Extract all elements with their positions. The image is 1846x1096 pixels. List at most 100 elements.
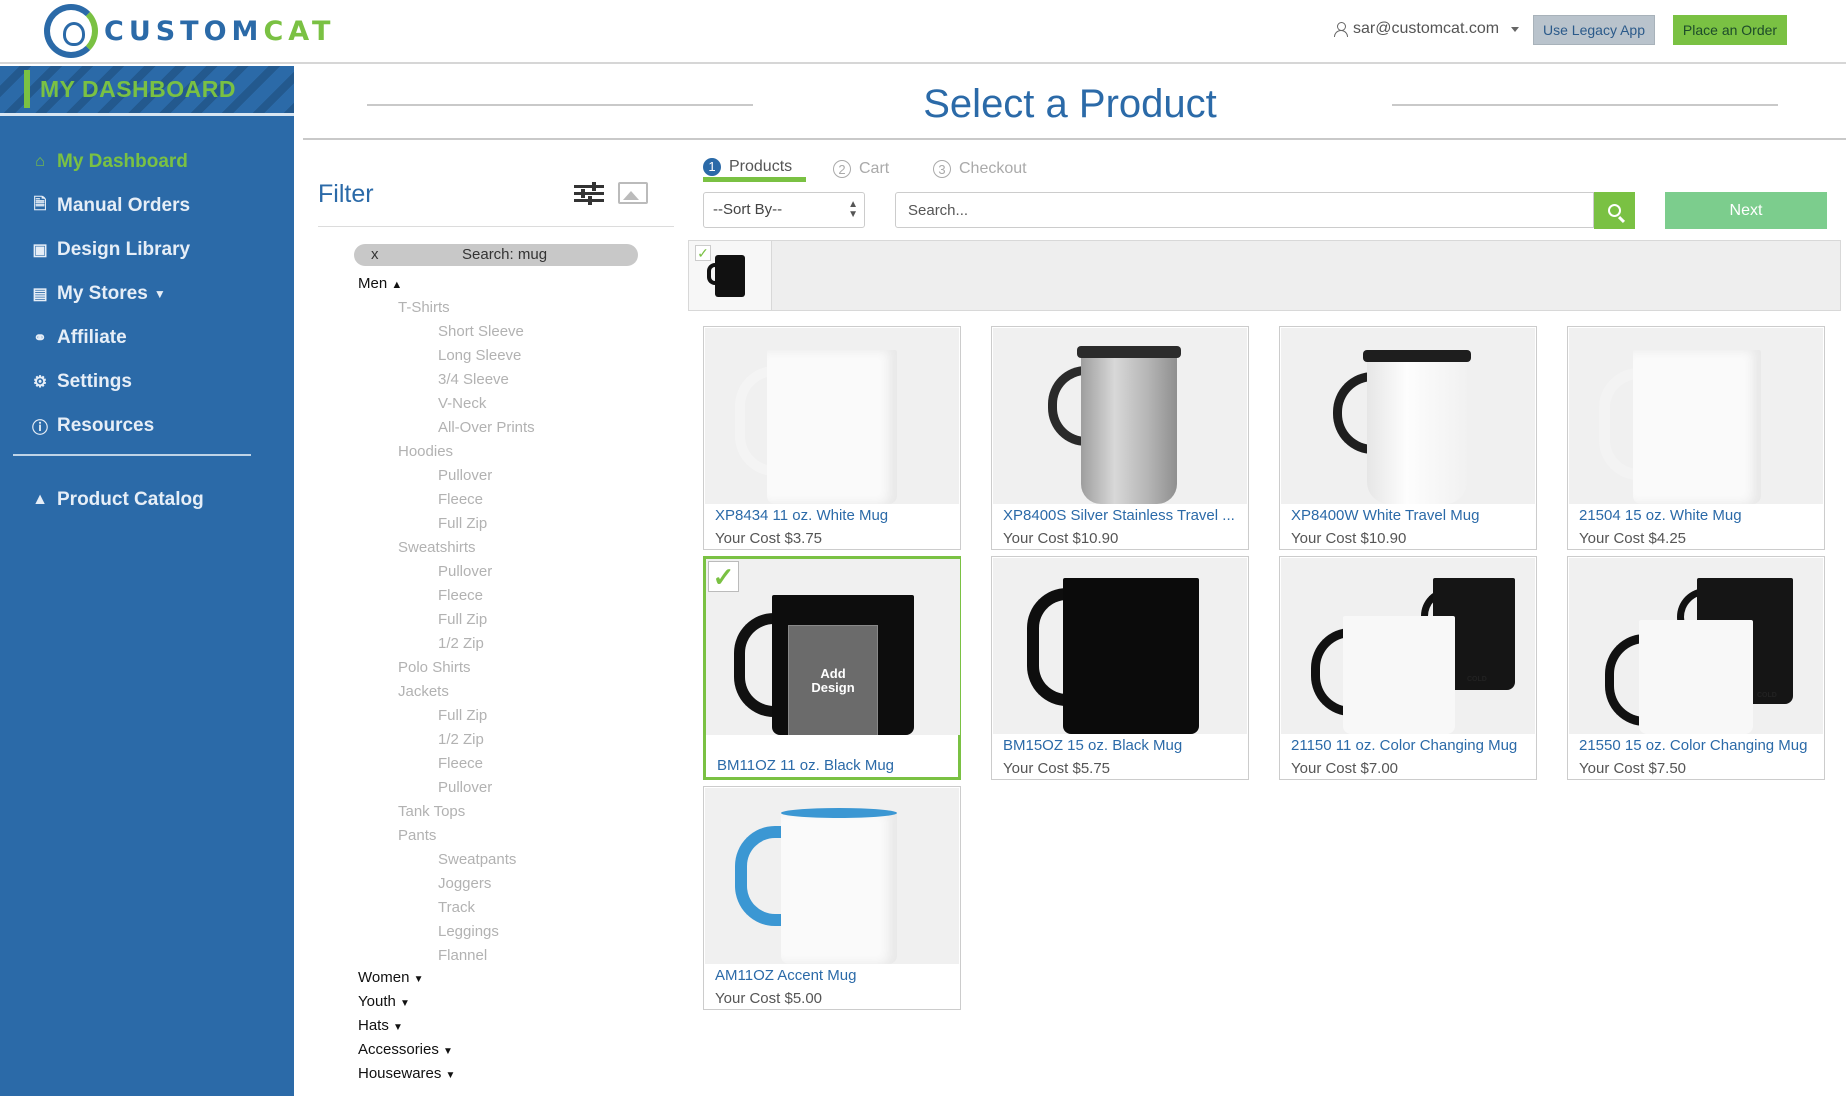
- category-women[interactable]: Women ▼: [358, 966, 455, 990]
- product-card[interactable]: AM11OZ Accent Mug Your Cost $5.00: [703, 786, 961, 1010]
- product-name[interactable]: XP8400S Silver Stainless Travel ...: [1003, 507, 1243, 524]
- checkmark-icon: ✓: [695, 245, 711, 261]
- product-name[interactable]: BM11OZ 11 oz. Black Mug: [717, 757, 957, 774]
- sort-by-select[interactable]: --Sort By-- ▲ ▼: [703, 192, 865, 228]
- dashboard-banner[interactable]: MY DASHBOARD: [0, 66, 294, 116]
- chevron-down-icon: ▼: [445, 1070, 456, 1081]
- sidebar-item-affiliate[interactable]: ⚭ Affiliate: [0, 316, 294, 360]
- product-price: Your Cost $10.90: [1291, 530, 1407, 547]
- banner-accent-bar: [24, 70, 30, 108]
- sidebar-item-resources[interactable]: ⓘ Resources: [0, 404, 294, 448]
- product-name[interactable]: BM15OZ 15 oz. Black Mug: [1003, 737, 1243, 754]
- category-item[interactable]: 1/2 Zip: [358, 728, 535, 752]
- category-item[interactable]: Sweatpants: [358, 848, 535, 872]
- product-card[interactable]: XP8400S Silver Stainless Travel ... Your…: [991, 326, 1249, 550]
- product-name[interactable]: 21550 15 oz. Color Changing Mug: [1579, 737, 1819, 754]
- product-price: Your Cost $4.25: [1579, 530, 1687, 547]
- product-price: Your Cost $7.00: [1291, 760, 1399, 777]
- add-design-button[interactable]: Add Design: [788, 625, 878, 735]
- product-image: [993, 328, 1247, 504]
- product-image: Add Design: [706, 559, 960, 735]
- category-item[interactable]: Full Zip: [358, 608, 535, 632]
- category-item[interactable]: 3/4 Sleeve: [358, 368, 535, 392]
- category-item[interactable]: Sweatshirts: [358, 536, 535, 560]
- category-item[interactable]: Full Zip: [358, 704, 535, 728]
- category-housewares[interactable]: Housewares ▼: [358, 1062, 455, 1086]
- category-item[interactable]: Leggings: [358, 920, 535, 944]
- category-item[interactable]: Full Zip: [358, 512, 535, 536]
- product-name[interactable]: XP8400W White Travel Mug: [1291, 507, 1531, 524]
- use-legacy-app-button[interactable]: Use Legacy App: [1533, 15, 1655, 45]
- product-card[interactable]: BM15OZ 15 oz. Black Mug Your Cost $5.75: [991, 556, 1249, 780]
- place-order-button[interactable]: Place an Order: [1673, 15, 1787, 45]
- category-men[interactable]: Men ▲: [358, 272, 535, 296]
- image-view-icon[interactable]: [618, 182, 648, 204]
- checkmark-icon[interactable]: ✓: [708, 561, 739, 592]
- step-cart[interactable]: 2 Cart: [833, 158, 889, 182]
- sliders-icon[interactable]: [574, 182, 604, 206]
- product-card[interactable]: COLD 21550 15 oz. Color Changing Mug You…: [1567, 556, 1825, 780]
- product-name[interactable]: AM11OZ Accent Mug: [715, 967, 955, 984]
- top-header: CUSTOMCAT sar@customcat.com Use Legacy A…: [0, 0, 1846, 64]
- category-item[interactable]: T-Shirts: [358, 296, 535, 320]
- category-item[interactable]: Hoodies: [358, 440, 535, 464]
- category-youth[interactable]: Youth ▼: [358, 990, 455, 1014]
- product-image: [705, 788, 959, 964]
- product-price: Your Cost $3.75: [715, 530, 823, 547]
- product-image: [705, 328, 959, 504]
- category-item[interactable]: 1/2 Zip: [358, 632, 535, 656]
- category-item[interactable]: Track: [358, 896, 535, 920]
- category-item[interactable]: Pullover: [358, 560, 535, 584]
- category-item[interactable]: V-Neck: [358, 392, 535, 416]
- product-card[interactable]: 21504 15 oz. White Mug Your Cost $4.25: [1567, 326, 1825, 550]
- search-button[interactable]: [1594, 192, 1635, 229]
- category-item[interactable]: Fleece: [358, 488, 535, 512]
- sidebar-item-my-stores[interactable]: ▤ My Stores ▼: [0, 272, 294, 316]
- category-hats[interactable]: Hats ▼: [358, 1014, 455, 1038]
- customcat-logo[interactable]: CUSTOMCAT: [44, 4, 335, 58]
- product-search-input[interactable]: Search...: [895, 192, 1594, 228]
- step-number: 2: [833, 160, 851, 178]
- category-item[interactable]: Pants: [358, 824, 535, 848]
- category-item[interactable]: Fleece: [358, 752, 535, 776]
- next-button[interactable]: Next: [1665, 192, 1827, 229]
- selected-product-thumb[interactable]: ✓: [689, 241, 772, 310]
- sidebar-item-my-dashboard[interactable]: ⌂ My Dashboard: [0, 140, 294, 184]
- sidebar-item-product-catalog[interactable]: ▲ Product Catalog: [0, 478, 294, 522]
- product-name[interactable]: XP8434 11 oz. White Mug: [715, 507, 955, 524]
- category-item[interactable]: Jackets: [358, 680, 535, 704]
- product-card-selected[interactable]: Add Design ✓ BM11OZ 11 oz. Black Mug: [703, 556, 961, 780]
- sidebar-item-settings[interactable]: ⚙ Settings: [0, 360, 294, 404]
- category-item[interactable]: Fleece: [358, 584, 535, 608]
- category-item[interactable]: Joggers: [358, 872, 535, 896]
- category-item[interactable]: Pullover: [358, 464, 535, 488]
- category-item[interactable]: All-Over Prints: [358, 416, 535, 440]
- product-name[interactable]: 21504 15 oz. White Mug: [1579, 507, 1819, 524]
- home-icon: ⌂: [35, 153, 45, 170]
- category-item[interactable]: Long Sleeve: [358, 344, 535, 368]
- remove-filter-button[interactable]: x: [371, 246, 379, 263]
- product-card[interactable]: XP8400W White Travel Mug Your Cost $10.9…: [1279, 326, 1537, 550]
- black-mug-thumbnail: [715, 255, 745, 297]
- category-item[interactable]: Polo Shirts: [358, 656, 535, 680]
- category-item[interactable]: Tank Tops: [358, 800, 535, 824]
- chevron-down-icon: ▼: [153, 287, 166, 301]
- product-card[interactable]: COLD 21150 11 oz. Color Changing Mug You…: [1279, 556, 1537, 780]
- step-checkout[interactable]: 3 Checkout: [933, 158, 1027, 182]
- order-steps: 1 Products: [703, 157, 807, 182]
- product-card[interactable]: XP8434 11 oz. White Mug Your Cost $3.75: [703, 326, 961, 550]
- sidebar-item-design-library[interactable]: ▣ Design Library: [0, 228, 294, 272]
- step-products[interactable]: 1 Products: [703, 157, 807, 182]
- filter-title: Filter: [318, 180, 374, 208]
- page-title: Select a Product: [923, 82, 1217, 126]
- user-menu[interactable]: sar@customcat.com: [1334, 20, 1520, 38]
- category-accessories[interactable]: Accessories ▼: [358, 1038, 455, 1062]
- sidebar-item-manual-orders[interactable]: 🗎 Manual Orders: [0, 184, 294, 228]
- category-item[interactable]: Flannel: [358, 944, 535, 968]
- chevron-down-icon: ▼: [443, 1046, 453, 1057]
- product-name[interactable]: 21150 11 oz. Color Changing Mug: [1291, 737, 1531, 754]
- select-arrows-icon: ▲ ▼: [848, 199, 858, 220]
- category-item[interactable]: Short Sleeve: [358, 320, 535, 344]
- filter-view-toggles: [574, 182, 648, 206]
- category-item[interactable]: Pullover: [358, 776, 535, 800]
